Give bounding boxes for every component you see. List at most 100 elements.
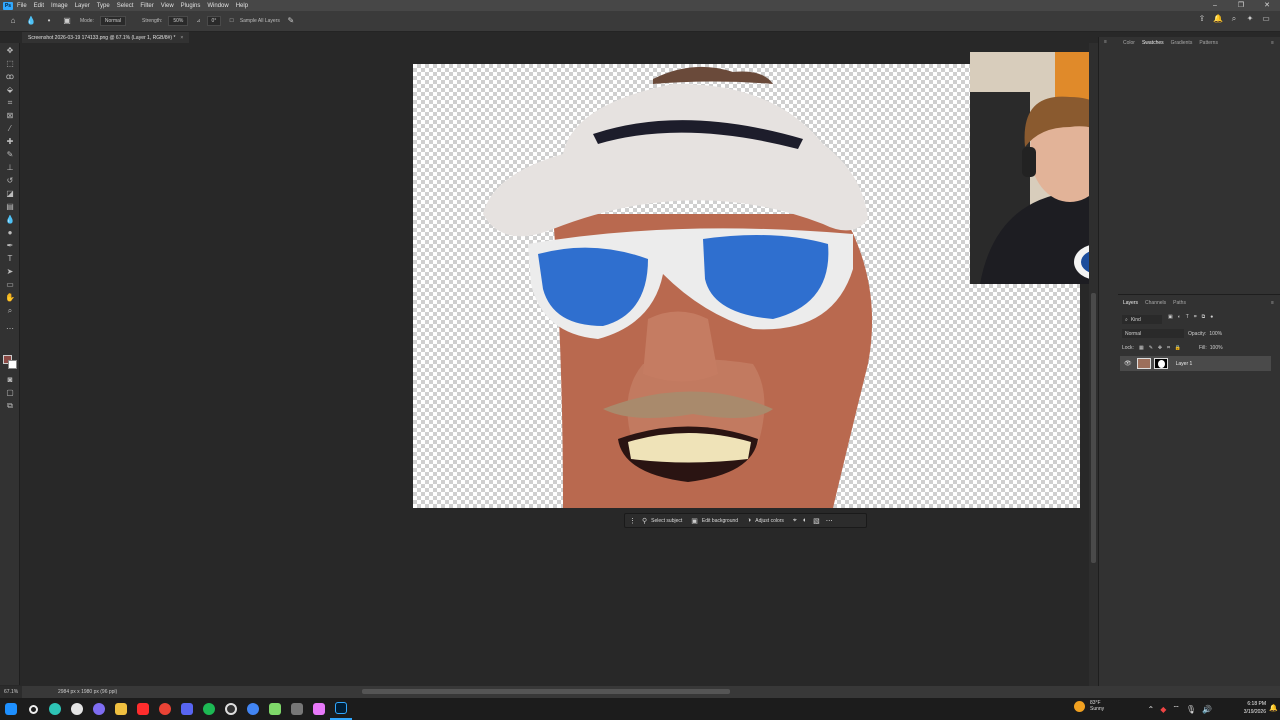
search-icon[interactable]: ⌕	[1226, 14, 1242, 24]
object-select-tool-icon[interactable]: ⬙	[4, 84, 16, 96]
filter-shape-icon[interactable]: ⌗	[1194, 314, 1197, 320]
filter-type-icon[interactable]: T	[1186, 314, 1189, 320]
tab-gradients[interactable]: Gradients	[1171, 40, 1193, 46]
taskbar-app-chrome[interactable]	[154, 698, 176, 720]
layer-mask-thumbnail[interactable]	[1153, 358, 1168, 369]
shape-tool-icon[interactable]: ▭	[4, 279, 16, 291]
zoom-level[interactable]: 67.1%	[0, 686, 22, 698]
menu-window[interactable]: Window	[207, 3, 228, 9]
layer-row[interactable]: 👁 Layer 1	[1120, 356, 1271, 371]
move-tool-icon[interactable]: ✥	[4, 45, 16, 57]
home-icon[interactable]: ⌂	[8, 16, 18, 26]
panel-collapse-icon[interactable]: ≡	[1104, 39, 1107, 45]
opacity-input[interactable]: 100%	[1209, 331, 1222, 337]
chevron-up-icon[interactable]: ⌃	[1147, 705, 1154, 714]
notification-icon[interactable]: 🔔	[1210, 14, 1226, 24]
menu-filter[interactable]: Filter	[140, 3, 153, 9]
taskbar-app-gamebar[interactable]	[242, 698, 264, 720]
transform-icon[interactable]: ⌖	[793, 517, 797, 525]
frame-tool-icon[interactable]: ⊠	[4, 110, 16, 122]
history-brush-icon[interactable]: ↺	[4, 175, 16, 187]
more-tools-icon[interactable]: ⋯	[4, 323, 16, 335]
taskbar-app-gallery[interactable]	[308, 698, 330, 720]
visibility-eye-icon[interactable]: 👁	[1124, 360, 1132, 367]
background-color-swatch[interactable]	[8, 360, 17, 369]
pen-tool-icon[interactable]: ✒	[4, 240, 16, 252]
share-icon[interactable]: ⇪	[1194, 14, 1210, 24]
marquee-tool-icon[interactable]: ⬚	[4, 58, 16, 70]
menu-type[interactable]: Type	[97, 3, 110, 9]
discover-icon[interactable]: ✦	[1242, 14, 1258, 24]
scroll-thumb[interactable]	[1091, 293, 1096, 563]
blur-tool-icon[interactable]: 💧	[4, 214, 16, 226]
start-button[interactable]	[0, 698, 22, 720]
blend-mode-select[interactable]: Normal	[1122, 329, 1184, 338]
lasso-tool-icon[interactable]: ꝏ	[4, 71, 16, 83]
taskbar-app-explorer[interactable]	[110, 698, 132, 720]
filter-pixel-icon[interactable]: ▣	[1168, 314, 1173, 320]
menu-select[interactable]: Select	[117, 3, 134, 9]
taskbar-app-obs[interactable]	[220, 698, 242, 720]
document-tab[interactable]: Screenshot 2026-03-19 174133.png @ 67.1%…	[22, 32, 190, 43]
brush-preset-icon[interactable]: •	[44, 16, 54, 26]
sample-checkbox[interactable]: ☐	[229, 18, 233, 24]
healing-brush-icon[interactable]: ✚	[4, 136, 16, 148]
quick-mask-icon[interactable]: ◙	[4, 374, 16, 386]
eyedropper-tool-icon[interactable]: ⁄	[4, 123, 16, 135]
hand-tool-icon[interactable]: ✋	[4, 292, 16, 304]
lock-pixels-icon[interactable]: ✎	[1149, 345, 1153, 351]
layers-menu-icon[interactable]: ≡	[1271, 300, 1274, 306]
sample-all-layers-label[interactable]: Sample All Layers	[240, 18, 280, 24]
weather-widget[interactable]: 83°F Sunny	[1074, 700, 1104, 712]
clone-stamp-icon[interactable]: ⊥	[4, 162, 16, 174]
eraser-tool-icon[interactable]: ◪	[4, 188, 16, 200]
close-icon[interactable]: ✕	[1254, 0, 1280, 11]
microphone-icon[interactable]: 🎙	[1186, 705, 1196, 714]
clock[interactable]: 6:18 PM 3/19/2026	[1244, 700, 1266, 716]
angle-input[interactable]: 0°	[206, 16, 222, 26]
more-options-icon[interactable]: ⋯	[826, 517, 833, 525]
tab-channels[interactable]: Channels	[1145, 300, 1166, 306]
close-tab-icon[interactable]: ×	[180, 35, 183, 41]
edit-toolbar-icon[interactable]: ⧉	[4, 400, 16, 412]
pressure-icon[interactable]: ✎	[286, 16, 296, 26]
taskbar-app-spotify[interactable]	[198, 698, 220, 720]
taskbar-app-pen[interactable]	[264, 698, 286, 720]
gradient-tool-icon[interactable]: ▤	[4, 201, 16, 213]
menu-plugins[interactable]: Plugins	[181, 3, 201, 9]
edit-background-button[interactable]: ▣ Edit background	[691, 517, 738, 525]
menu-help[interactable]: Help	[236, 3, 248, 9]
menu-layer[interactable]: Layer	[75, 3, 90, 9]
lock-position-icon[interactable]: ✥	[1158, 345, 1162, 351]
filter-smart-icon[interactable]: ⧉	[1202, 314, 1206, 320]
wifi-icon[interactable]: ⌔	[1172, 704, 1180, 714]
volume-icon[interactable]: 🔊	[1202, 705, 1212, 714]
taskbar-app-youtube[interactable]	[132, 698, 154, 720]
vertical-scrollbar[interactable]	[1089, 43, 1098, 686]
select-subject-button[interactable]: ⚲ Select subject	[642, 517, 682, 525]
filter-toggle-icon[interactable]: ●	[1210, 314, 1213, 320]
tab-patterns[interactable]: Patterns	[1199, 40, 1218, 46]
taskbar-app-unreal[interactable]	[66, 698, 88, 720]
tab-color[interactable]: Color	[1123, 40, 1135, 46]
filter-adjustment-icon[interactable]: ◐	[1178, 314, 1181, 320]
menu-view[interactable]: View	[161, 3, 174, 9]
taskbar-app-edge[interactable]	[44, 698, 66, 720]
taskbar-app-browser[interactable]	[88, 698, 110, 720]
crop-tool-icon[interactable]: ⌗	[4, 97, 16, 109]
workspace-icon[interactable]: ▭	[1258, 14, 1274, 24]
drag-handle-icon[interactable]: ⋮	[629, 517, 636, 525]
mode-select[interactable]: Normal	[99, 16, 127, 26]
horizontal-scrollbar[interactable]	[362, 689, 730, 694]
dodge-tool-icon[interactable]: ●	[4, 227, 16, 239]
menu-edit[interactable]: Edit	[34, 3, 44, 9]
lock-artboard-icon[interactable]: ⌗	[1167, 345, 1170, 351]
panel-menu-icon[interactable]: ≡	[1271, 40, 1274, 46]
tab-layers[interactable]: Layers	[1123, 300, 1138, 306]
menu-image[interactable]: Image	[51, 3, 68, 9]
notifications-icon[interactable]: 🔔	[1269, 704, 1278, 712]
taskbar-app-photoshop[interactable]	[330, 698, 352, 720]
restore-icon[interactable]: ❐	[1228, 0, 1254, 11]
screen-mode-icon[interactable]: ▢	[4, 387, 16, 399]
menu-file[interactable]: File	[17, 3, 27, 9]
